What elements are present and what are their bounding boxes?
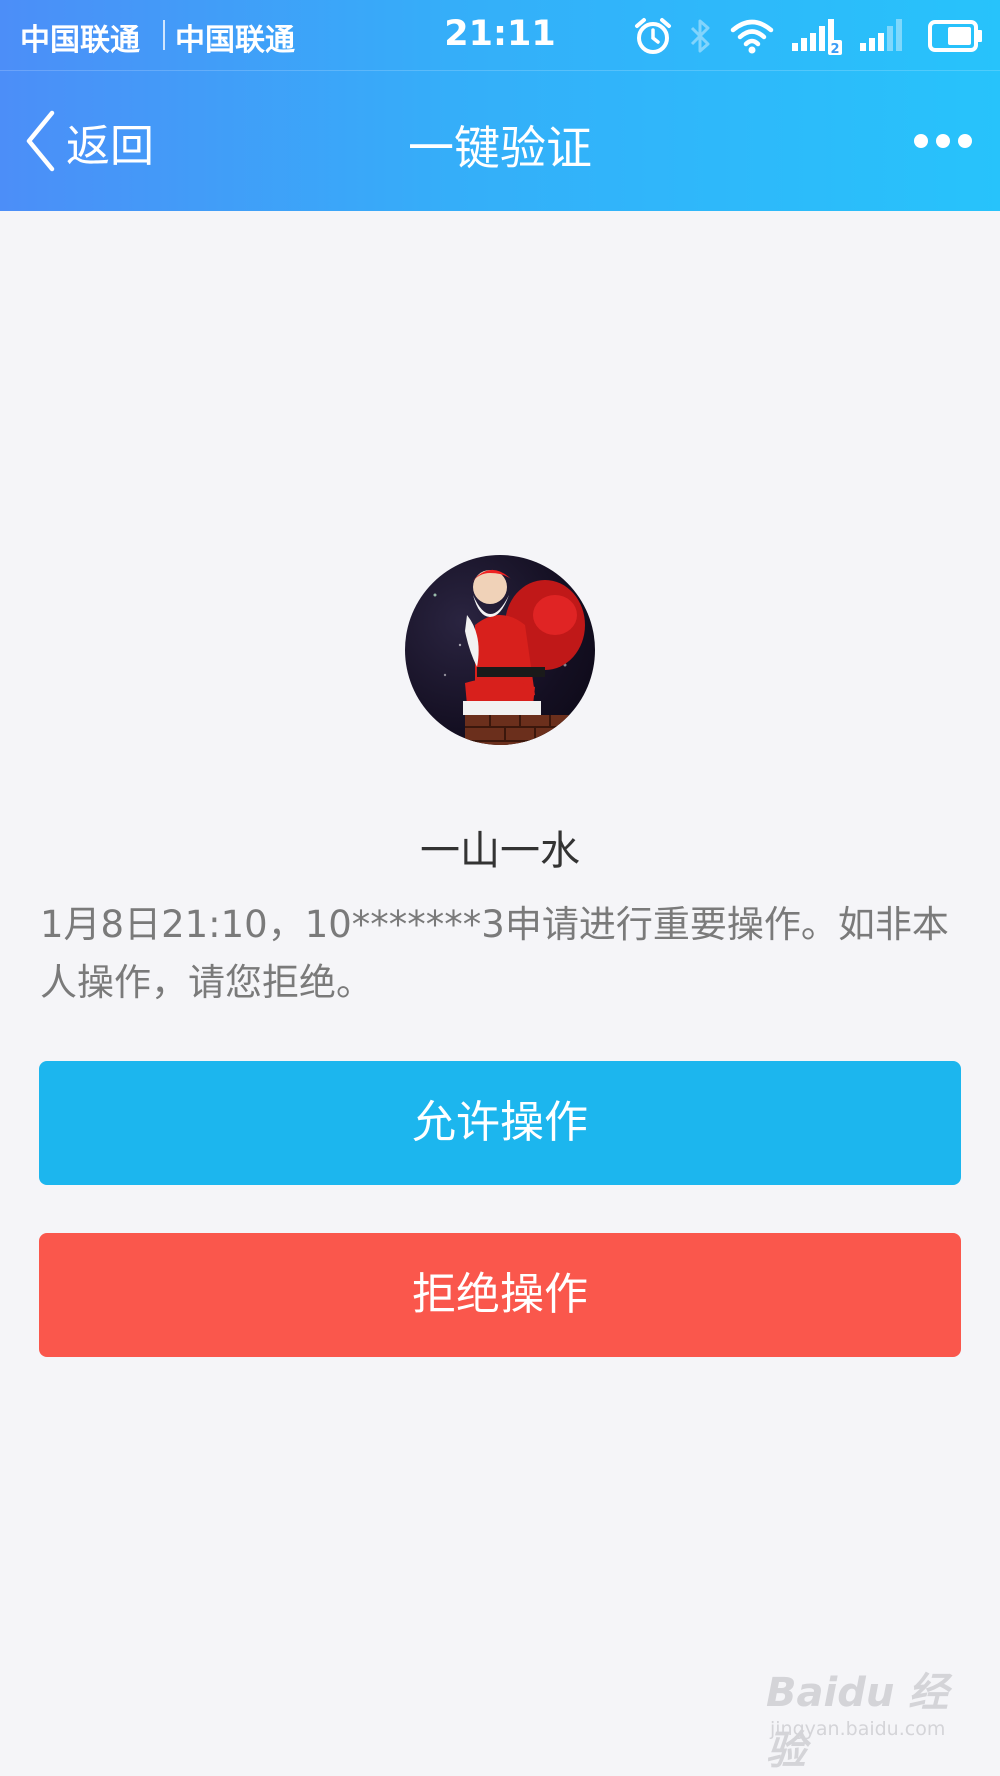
status-clock: 21:11 <box>444 14 556 54</box>
status-bar: 中国联通 中国联通 21:11 2 <box>0 0 1000 70</box>
back-label: 返回 <box>66 121 154 172</box>
wifi-icon <box>730 19 774 54</box>
carrier-2-label: 中国联通 <box>175 23 295 58</box>
header-bar: 中国联通 中国联通 21:11 2 返回 一键验证 <box>0 0 1000 211</box>
deny-button[interactable]: 拒绝操作 <box>39 1233 961 1357</box>
allow-button[interactable]: 允许操作 <box>39 1061 961 1185</box>
carrier-1-label: 中国联通 <box>20 23 140 58</box>
watermark-url: jingyan.baidu.com <box>770 1718 946 1740</box>
more-icon <box>914 134 928 148</box>
battery-icon <box>928 20 982 52</box>
signal-sim1-icon: 2 <box>792 19 842 56</box>
status-divider <box>0 70 1000 71</box>
carrier-divider <box>163 20 165 50</box>
chevron-left-icon <box>26 110 55 172</box>
more-button[interactable] <box>908 126 978 156</box>
avatar <box>405 555 595 745</box>
avatar-image <box>433 569 585 745</box>
alarm-icon <box>635 18 671 54</box>
verification-message: 1月8日21:10，10*******3申请进行重要操作。如非本人操作，请您拒绝… <box>40 903 949 1004</box>
bluetooth-icon <box>690 19 710 53</box>
signal-sim2-icon <box>860 19 902 51</box>
back-button[interactable]: 返回 <box>18 100 178 180</box>
user-name: 一山一水 <box>420 828 580 874</box>
watermark: Baidu 经验 jingyan.baidu.com <box>760 1650 980 1774</box>
sim2-badge: 2 <box>830 42 839 56</box>
page-title: 一键验证 <box>408 121 592 175</box>
